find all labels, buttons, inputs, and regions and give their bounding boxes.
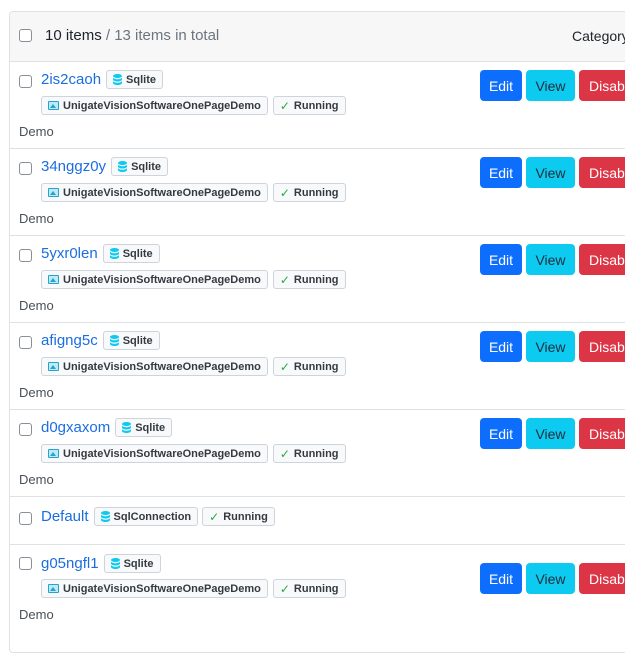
list-item: 2is2caoh Sqlite UnigateVisionSoftwareOne… <box>10 62 625 149</box>
check-icon: ✓ <box>279 581 290 596</box>
database-icon <box>118 161 128 172</box>
connection-name-link[interactable]: 34nggz0y <box>41 158 106 175</box>
list-item: 34nggz0y Sqlite UnigateVisionSoftwareOne… <box>10 149 625 236</box>
status-badge: ✓ Running <box>272 357 346 376</box>
database-icon <box>109 335 119 346</box>
row-checkbox[interactable] <box>19 162 32 175</box>
list-header: 10 items / 13 items in total Category <box>10 12 625 62</box>
disable-button[interactable]: Disable <box>579 157 625 188</box>
edit-button[interactable]: Edit <box>480 331 522 362</box>
db-type-badge: Sqlite <box>102 244 160 263</box>
project-badge: UnigateVisionSoftwareOnePageDemo <box>41 444 268 463</box>
list-item: 5yxr0len Sqlite UnigateVisionSoftwareOne… <box>10 236 625 323</box>
edit-button[interactable]: Edit <box>480 563 522 594</box>
status-badge: ✓ Running <box>272 579 346 598</box>
connection-name-link[interactable]: d0gxaxom <box>41 419 110 436</box>
check-icon: ✓ <box>279 272 290 287</box>
category-tag: Demo <box>19 607 54 622</box>
database-icon <box>122 422 132 433</box>
view-button[interactable]: View <box>526 331 575 362</box>
db-type-badge: Sqlite <box>111 157 169 176</box>
category-tag: Demo <box>19 298 54 313</box>
row-checkbox[interactable] <box>19 75 32 88</box>
connection-name-link[interactable]: Default <box>41 508 89 525</box>
category-column-header[interactable]: Category <box>572 28 625 44</box>
disable-button[interactable]: Disable <box>579 563 625 594</box>
disable-button[interactable]: Disable <box>579 418 625 449</box>
select-all-checkbox[interactable] <box>19 29 32 42</box>
connection-name-link[interactable]: g05ngfl1 <box>41 555 99 572</box>
row-checkbox[interactable] <box>19 423 32 436</box>
list-item: Default SqlConnection ✓ Running <box>10 497 625 545</box>
project-badge: UnigateVisionSoftwareOnePageDemo <box>41 183 268 202</box>
view-button[interactable]: View <box>526 418 575 449</box>
view-button[interactable]: View <box>526 157 575 188</box>
image-icon <box>48 188 59 197</box>
edit-button[interactable]: Edit <box>480 157 522 188</box>
view-button[interactable]: View <box>526 244 575 275</box>
project-badge: UnigateVisionSoftwareOnePageDemo <box>41 270 268 289</box>
status-badge: ✓ Running <box>202 507 275 526</box>
image-icon <box>48 449 59 458</box>
row-checkbox[interactable] <box>19 249 32 262</box>
status-badge: ✓ Running <box>272 270 346 289</box>
row-checkbox[interactable] <box>19 557 32 570</box>
edit-button[interactable]: Edit <box>480 244 522 275</box>
view-button[interactable]: View <box>526 563 575 594</box>
db-type-badge: Sqlite <box>115 418 173 437</box>
row-checkbox[interactable] <box>19 336 32 349</box>
item-count: 10 items / 13 items in total <box>45 27 220 44</box>
check-icon: ✓ <box>279 98 290 113</box>
list-panel: 10 items / 13 items in total Category 2i… <box>9 11 625 653</box>
project-badge: UnigateVisionSoftwareOnePageDemo <box>41 579 268 598</box>
disable-button[interactable]: Disable <box>579 331 625 362</box>
db-type-badge: Sqlite <box>103 554 161 573</box>
check-icon: ✓ <box>279 185 290 200</box>
row-checkbox[interactable] <box>19 512 32 525</box>
db-type-badge: Sqlite <box>102 331 160 350</box>
image-icon <box>48 101 59 110</box>
db-type-badge: SqlConnection <box>93 507 199 526</box>
database-icon <box>110 558 120 569</box>
project-badge: UnigateVisionSoftwareOnePageDemo <box>41 96 268 115</box>
category-tag: Demo <box>19 472 54 487</box>
status-badge: ✓ Running <box>272 96 346 115</box>
connection-name-link[interactable]: 5yxr0len <box>41 245 98 262</box>
check-icon: ✓ <box>279 359 290 374</box>
connection-name-link[interactable]: 2is2caoh <box>41 71 101 88</box>
image-icon <box>48 275 59 284</box>
status-badge: ✓ Running <box>272 183 346 202</box>
category-tag: Demo <box>19 211 54 226</box>
view-button[interactable]: View <box>526 70 575 101</box>
project-badge: UnigateVisionSoftwareOnePageDemo <box>41 357 268 376</box>
database-icon <box>100 511 110 522</box>
list-item: g05ngfl1 Sqlite UnigateVisionSoftwareOne… <box>10 545 625 631</box>
disable-button[interactable]: Disable <box>579 70 625 101</box>
disable-button[interactable]: Disable <box>579 244 625 275</box>
check-icon: ✓ <box>209 509 220 524</box>
category-tag: Demo <box>19 385 54 400</box>
category-tag: Demo <box>19 124 54 139</box>
edit-button[interactable]: Edit <box>480 418 522 449</box>
list-item: d0gxaxom Sqlite UnigateVisionSoftwareOne… <box>10 410 625 497</box>
connection-name-link[interactable]: afigng5c <box>41 332 98 349</box>
check-icon: ✓ <box>279 446 290 461</box>
database-icon <box>109 248 119 259</box>
db-type-badge: Sqlite <box>106 70 163 89</box>
database-icon <box>113 74 123 85</box>
status-badge: ✓ Running <box>272 444 346 463</box>
edit-button[interactable]: Edit <box>480 70 522 101</box>
image-icon <box>48 584 59 593</box>
image-icon <box>48 362 59 371</box>
list-item: afigng5c Sqlite UnigateVisionSoftwareOne… <box>10 323 625 410</box>
